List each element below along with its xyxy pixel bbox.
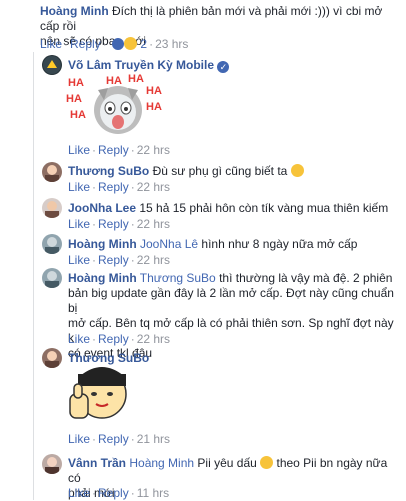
- timestamp[interactable]: 22 hrs: [137, 332, 170, 346]
- comment-author[interactable]: JooNha Lee: [68, 201, 136, 215]
- svg-text:HA: HA: [128, 73, 144, 85]
- comment-author[interactable]: Vânn Trần: [68, 456, 126, 470]
- mention-tag[interactable]: Hoàng Minh: [129, 456, 194, 470]
- timestamp[interactable]: 22 hrs: [137, 143, 170, 157]
- comment-2-actions: Like · Reply · 22 hrs: [68, 143, 171, 157]
- reply-link[interactable]: Reply: [98, 253, 129, 267]
- comment-text: Pii yêu dấu: [197, 456, 257, 470]
- reply-link[interactable]: Reply: [98, 332, 129, 346]
- comment-3-actions: Like · Reply · 22 hrs: [68, 180, 171, 194]
- comment-author[interactable]: Thương SuBo: [68, 164, 149, 178]
- comment-3-body: Thương SuBo Đù sư phụ gì cũng biết ta: [68, 164, 402, 179]
- thread-line: [33, 52, 34, 500]
- user-photo-icon: [45, 201, 59, 218]
- timestamp[interactable]: 22 hrs: [137, 217, 170, 231]
- timestamp[interactable]: 22 hrs: [137, 253, 170, 267]
- user-photo-icon: [45, 351, 59, 368]
- timestamp[interactable]: 21 hrs: [137, 432, 170, 446]
- comment-1-actions: Like · Reply · 2 · 23 hrs: [40, 37, 189, 51]
- verified-badge-icon: ✓: [217, 61, 230, 73]
- user-photo-icon: [45, 165, 59, 182]
- comment-6-actions: Like · Reply · 22 hrs: [68, 332, 171, 346]
- avatar[interactable]: [42, 268, 62, 288]
- comment-text: hình như 8 ngày nữa mở cấp: [201, 237, 358, 251]
- mention-tag[interactable]: JooNha Lê: [140, 237, 198, 251]
- avatar[interactable]: [42, 348, 62, 368]
- like-link[interactable]: Like: [40, 37, 62, 51]
- comment-6-body: Hoàng Minh Thương SuBo thì thường là vậy…: [68, 271, 402, 361]
- page-logo-icon: [43, 56, 61, 74]
- user-photo-icon: [45, 457, 59, 474]
- comment-author[interactable]: Hoàng Minh: [68, 271, 137, 285]
- avatar[interactable]: [42, 55, 62, 75]
- timestamp[interactable]: 11 hrs: [137, 486, 169, 500]
- comment-text-line2: bản big update gần đây là 2 lần mở cấp. …: [68, 286, 394, 315]
- haha-cat-sticker: HA HA HA HA HA HA HA: [66, 70, 166, 138]
- comment-4-body: JooNha Lee 15 hả 15 phải hôn còn tík vàn…: [68, 201, 402, 216]
- like-link[interactable]: Like: [68, 332, 90, 346]
- comment-5-body: Hoàng Minh JooNha Lê hình như 8 ngày nữa…: [68, 237, 402, 252]
- like-link[interactable]: Like: [68, 217, 90, 231]
- svg-text:HA: HA: [66, 93, 82, 105]
- avatar[interactable]: [42, 234, 62, 254]
- like-link[interactable]: Like: [68, 432, 90, 446]
- like-link[interactable]: Like: [68, 143, 90, 157]
- reply-link[interactable]: Reply: [98, 486, 129, 500]
- like-link[interactable]: Like: [68, 486, 90, 500]
- comment-5-actions: Like · Reply · 22 hrs: [68, 253, 171, 267]
- svg-text:HA: HA: [68, 77, 84, 89]
- svg-text:HA: HA: [146, 85, 162, 97]
- like-link[interactable]: Like: [68, 180, 90, 194]
- comment-text: 15 hả 15 phải hôn còn tík vàng mua thiên…: [139, 201, 389, 215]
- avatar[interactable]: [42, 162, 62, 182]
- comment-4-actions: Like · Reply · 22 hrs: [68, 217, 171, 231]
- like-reaction-icon: [112, 38, 125, 50]
- avatar[interactable]: [42, 198, 62, 218]
- thumbs-up-sticker: [64, 364, 134, 426]
- comment-text: Đù sư phụ gì cũng biết ta: [152, 164, 288, 178]
- svg-text:HA: HA: [70, 109, 86, 121]
- user-photo-icon: [45, 271, 59, 288]
- reply-link[interactable]: Reply: [70, 37, 101, 51]
- user-photo-icon: [45, 237, 59, 254]
- svg-text:HA: HA: [146, 101, 162, 113]
- comment-7-actions: Like · Reply · 21 hrs: [68, 432, 171, 446]
- reply-link[interactable]: Reply: [98, 432, 129, 446]
- reply-link[interactable]: Reply: [98, 180, 129, 194]
- timestamp[interactable]: 22 hrs: [137, 180, 170, 194]
- comment-author[interactable]: Hoàng Minh: [68, 237, 137, 251]
- comment-8-actions: Like · Reply · 11 hrs: [68, 486, 170, 500]
- haha-reaction-icon: [124, 37, 138, 50]
- comment-author[interactable]: Hoàng Minh: [40, 4, 109, 18]
- comment-author[interactable]: Thương SuBo: [68, 351, 149, 365]
- like-link[interactable]: Like: [68, 253, 90, 267]
- flushed-emoji-icon: [260, 456, 274, 469]
- svg-text:HA: HA: [106, 75, 122, 87]
- reply-link[interactable]: Reply: [98, 217, 129, 231]
- reply-link[interactable]: Reply: [98, 143, 129, 157]
- rolling-eyes-emoji-icon: [290, 164, 304, 177]
- avatar[interactable]: [42, 454, 62, 474]
- comment-text: thì thường là vậy mà đệ. 2 phiên: [219, 271, 393, 285]
- mention-tag[interactable]: Thương SuBo: [140, 271, 216, 285]
- timestamp[interactable]: 23 hrs: [155, 37, 188, 51]
